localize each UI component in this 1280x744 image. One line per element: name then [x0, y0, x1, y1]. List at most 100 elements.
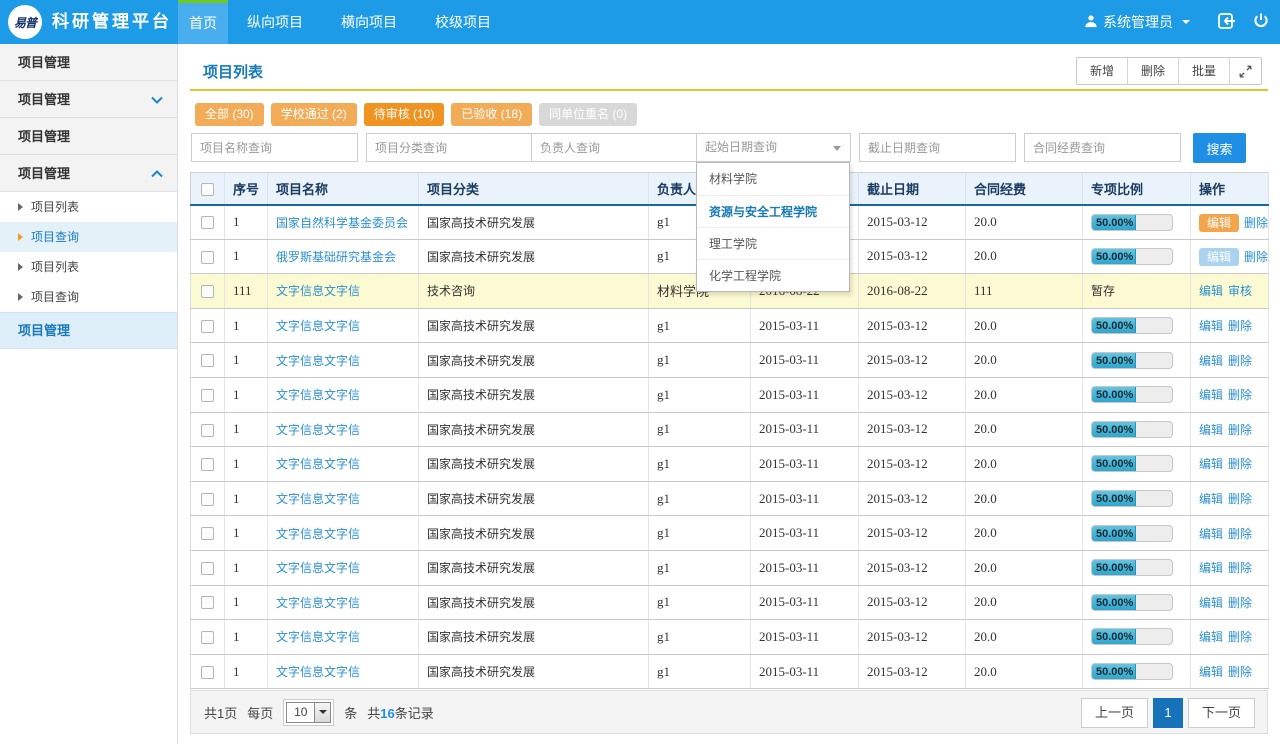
delete-action[interactable]: 删除 [1244, 250, 1268, 264]
next-page-button[interactable]: 下一页 [1188, 698, 1255, 728]
search-button[interactable]: 搜索 [1193, 133, 1246, 163]
edit-action[interactable]: 编辑 [1199, 284, 1223, 298]
filter-chip[interactable]: 全部 (30) [195, 103, 264, 126]
delete-action[interactable]: 删除 [1228, 561, 1252, 575]
sidebar-sub-item[interactable]: 项目查询 [0, 282, 177, 312]
filter-chip[interactable]: 待审核 (10) [364, 103, 445, 126]
toolbar-button[interactable]: 新增 [1077, 58, 1127, 84]
edit-action[interactable]: 编辑 [1199, 214, 1239, 232]
project-name-link[interactable]: 文字信息文字信 [276, 561, 360, 575]
search-input[interactable] [191, 133, 358, 162]
delete-action[interactable]: 删除 [1228, 630, 1252, 644]
project-name-link[interactable]: 文字信息文字信 [276, 596, 360, 610]
delete-action[interactable]: 删除 [1228, 354, 1252, 368]
sidebar-group-item[interactable]: 项目管理 [0, 118, 177, 155]
row-checkbox[interactable] [201, 285, 214, 298]
row-checkbox-cell [191, 205, 225, 240]
project-name-link[interactable]: 文字信息文字信 [276, 319, 360, 333]
user-menu[interactable]: 系统管理员 [1084, 12, 1190, 32]
project-name-link[interactable]: 文字信息文字信 [276, 388, 360, 402]
select-all-checkbox[interactable] [201, 183, 214, 196]
prev-page-button[interactable]: 上一页 [1081, 698, 1148, 728]
project-name-link[interactable]: 文字信息文字信 [276, 457, 360, 471]
row-checkbox[interactable] [201, 354, 214, 367]
delete-action[interactable]: 删除 [1228, 492, 1252, 506]
edit-action[interactable]: 编辑 [1199, 665, 1223, 679]
edit-action[interactable]: 编辑 [1199, 388, 1223, 402]
project-name-link[interactable]: 文字信息文字信 [276, 423, 360, 437]
sidebar-group-item[interactable]: 项目管理 [0, 155, 177, 192]
filter-chip[interactable]: 已验收 (18) [451, 103, 532, 126]
dropdown-option[interactable]: 资源与安全工程学院 [697, 195, 849, 227]
start-date-select[interactable]: 起始日期查询 [696, 133, 851, 162]
row-checkbox[interactable] [201, 424, 214, 437]
nav-tab[interactable]: 校级项目 [427, 0, 499, 44]
page-size-select[interactable]: 10 [283, 699, 334, 726]
sidebar-footer-item[interactable]: 项目管理 [0, 312, 177, 349]
project-name-link[interactable]: 俄罗斯基础研究基金会 [276, 250, 396, 264]
row-checkbox[interactable] [201, 527, 214, 540]
dropdown-option[interactable]: 理工学院 [697, 227, 849, 259]
delete-action[interactable]: 删除 [1228, 596, 1252, 610]
edit-action[interactable]: 编辑 [1199, 248, 1239, 266]
edit-action[interactable]: 编辑 [1199, 354, 1223, 368]
delete-action[interactable]: 删除 [1228, 665, 1252, 679]
delete-action[interactable]: 删除 [1244, 216, 1268, 230]
edit-action[interactable]: 编辑 [1199, 527, 1223, 541]
row-checkbox[interactable] [201, 562, 214, 575]
expand-button[interactable] [1229, 58, 1261, 84]
search-input[interactable] [531, 133, 698, 162]
edit-action[interactable]: 编辑 [1199, 492, 1223, 506]
sidebar-group-item[interactable]: 项目管理 [0, 44, 177, 81]
project-name-link[interactable]: 文字信息文字信 [276, 284, 360, 298]
sidebar-sub-item[interactable]: 项目列表 [0, 192, 177, 222]
search-input[interactable] [366, 133, 533, 162]
toolbar-button[interactable]: 删除 [1127, 58, 1178, 84]
project-name-link[interactable]: 文字信息文字信 [276, 354, 360, 368]
delete-action[interactable]: 删除 [1228, 423, 1252, 437]
sidebar-sub-item[interactable]: 项目查询 [0, 222, 177, 252]
row-checkbox[interactable] [201, 631, 214, 644]
toolbar-button[interactable]: 批量 [1178, 58, 1229, 84]
filter-chip[interactable]: 同单位重名 (0) [539, 103, 637, 126]
row-checkbox[interactable] [201, 493, 214, 506]
row-checkbox[interactable] [201, 389, 214, 402]
dropdown-option[interactable]: 材料学院 [697, 163, 849, 195]
row-checkbox[interactable] [201, 596, 214, 609]
row-checkbox[interactable] [201, 458, 214, 471]
row-checkbox[interactable] [201, 216, 214, 229]
delete-action[interactable]: 删除 [1228, 319, 1252, 333]
project-name-link[interactable]: 文字信息文字信 [276, 630, 360, 644]
edit-action[interactable]: 编辑 [1199, 630, 1223, 644]
edit-action[interactable]: 编辑 [1199, 319, 1223, 333]
project-name-link[interactable]: 文字信息文字信 [276, 492, 360, 506]
nav-tab[interactable]: 首页 [178, 0, 228, 44]
current-page-button[interactable]: 1 [1153, 698, 1183, 728]
project-name-link[interactable]: 文字信息文字信 [276, 665, 360, 679]
row-checkbox[interactable] [201, 251, 214, 264]
table-row: 1文字信息文字信国家高技术研究发展g12015-03-112015-03-122… [191, 447, 1269, 482]
edit-action[interactable]: 编辑 [1199, 596, 1223, 610]
sidebar-sub-item[interactable]: 项目列表 [0, 252, 177, 282]
switch-account-button[interactable] [1216, 12, 1236, 33]
edit-action[interactable]: 编辑 [1199, 561, 1223, 575]
row-checkbox[interactable] [201, 666, 214, 679]
page-size-dropdown-button[interactable] [314, 703, 330, 722]
power-button[interactable] [1252, 12, 1270, 33]
nav-tab[interactable]: 横向项目 [333, 0, 405, 44]
delete-action[interactable]: 删除 [1228, 388, 1252, 402]
edit-action[interactable]: 编辑 [1199, 423, 1223, 437]
delete-action[interactable]: 删除 [1228, 457, 1252, 471]
sidebar-group-item[interactable]: 项目管理 [0, 81, 177, 118]
row-checkbox[interactable] [201, 320, 214, 333]
review-action[interactable]: 审核 [1228, 284, 1252, 298]
edit-action[interactable]: 编辑 [1199, 457, 1223, 471]
project-name-link[interactable]: 国家自然科学基金委员会 [276, 216, 408, 230]
project-name-link[interactable]: 文字信息文字信 [276, 527, 360, 541]
filter-chip[interactable]: 学校通过 (2) [271, 103, 357, 126]
delete-action[interactable]: 删除 [1228, 527, 1252, 541]
nav-tab[interactable]: 纵向项目 [239, 0, 311, 44]
search-input[interactable] [1024, 133, 1181, 162]
search-input[interactable] [859, 133, 1016, 162]
dropdown-option[interactable]: 化学工程学院 [697, 259, 849, 291]
